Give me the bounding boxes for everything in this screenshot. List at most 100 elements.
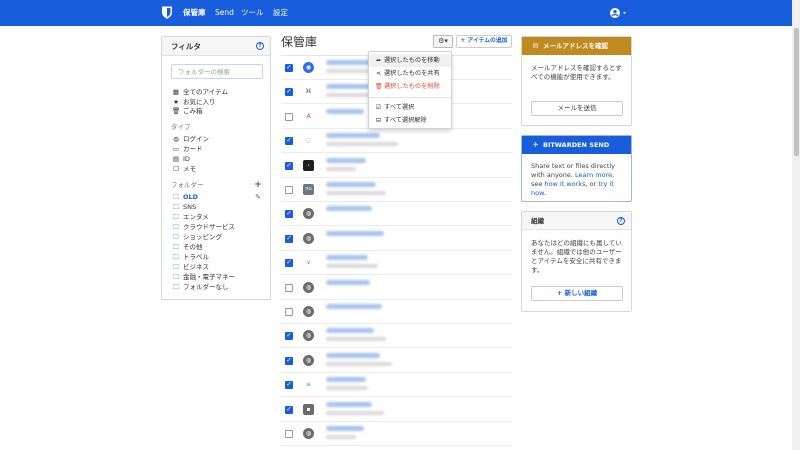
globe-icon: ◍: [303, 428, 314, 439]
table-row[interactable]: ◍: [281, 349, 512, 373]
row-checkbox[interactable]: [285, 258, 293, 268]
table-row[interactable]: nu: [281, 178, 512, 202]
send-card-body: Share text or files directly with anyone…: [531, 162, 627, 198]
item-name-redacted[interactable]: [326, 182, 376, 187]
dropdown-unselect-all[interactable]: ⊟ すべて選択解除: [369, 114, 451, 127]
item-name-redacted[interactable]: [326, 304, 382, 309]
caret-down-icon: ▾: [444, 37, 448, 45]
row-checkbox[interactable]: [285, 186, 293, 194]
folder-item-label: 金融・電子マネー: [183, 273, 235, 281]
row-checkbox[interactable]: [285, 430, 293, 438]
table-row[interactable]: ◍: [281, 422, 512, 446]
send-card-header: ✈ BITWARDEN SEND: [522, 136, 631, 154]
table-row[interactable]: ≡: [281, 373, 512, 398]
bitwarden-send-card: ✈ BITWARDEN SEND Share text or files dir…: [521, 135, 632, 202]
new-organization-label: 新しい組織: [564, 289, 598, 297]
dropdown-delete-selected[interactable]: 🗑 選択したものを削除: [369, 80, 451, 93]
row-checkbox[interactable]: [285, 308, 293, 316]
row-checkbox[interactable]: [285, 136, 293, 146]
folder-item-label: その他: [183, 243, 203, 251]
item-name-redacted[interactable]: [326, 328, 374, 334]
row-checkbox[interactable]: [285, 112, 293, 121]
item-subtitle-redacted: [326, 410, 384, 415]
folder-search-box[interactable]: [171, 64, 263, 79]
learn-more-link[interactable]: Learn more: [575, 171, 612, 179]
item-name-redacted[interactable]: [326, 426, 364, 431]
dropdown-share-selected[interactable]: ⋖ 選択したものを共有: [369, 67, 451, 80]
grid-icon: ▦: [172, 88, 180, 96]
bulk-actions-dropdown: ➦ 選択したものを移動 ⋖ 選択したものを共有 🗑 選択したものを削除 ☑ すべ…: [368, 51, 452, 129]
add-item-button[interactable]: + アイテムの追加: [456, 35, 512, 48]
folder-item-label: トラベル: [183, 253, 209, 261]
item-name-redacted[interactable]: [326, 377, 366, 383]
filters-title: フィルタ: [171, 42, 201, 51]
row-checkbox[interactable]: [285, 356, 293, 365]
globe-icon: ◍: [303, 208, 314, 220]
row-checkbox[interactable]: [285, 209, 293, 219]
types-header: タイプ: [171, 123, 191, 131]
dropdown-move-selected[interactable]: ➦ 選択したものを移動: [369, 54, 451, 67]
table-row[interactable]: ◍: [281, 202, 512, 227]
globe-icon: ◍: [303, 281, 314, 293]
table-row[interactable]: ›: [281, 154, 512, 178]
nav-tools[interactable]: ツール: [241, 8, 264, 18]
globe-icon: ◍: [303, 354, 314, 366]
nav-vault[interactable]: 保管庫: [183, 8, 206, 18]
share-icon: ⋖: [375, 70, 382, 77]
verify-email-header: ✉ メールアドレスを確認: [522, 37, 631, 55]
dropdown-item-label: すべて選択解除: [384, 117, 427, 124]
folder-search-input[interactable]: [172, 65, 262, 78]
id-card-icon: ▤: [172, 155, 180, 163]
table-row[interactable]: ⋎: [281, 251, 512, 276]
item-name-redacted[interactable]: [326, 84, 370, 90]
table-row[interactable]: ◍: [281, 324, 512, 349]
table-row[interactable]: ◍: [281, 276, 512, 300]
page-scrollbar-thumb[interactable]: [794, 28, 799, 156]
dropdown-select-all[interactable]: ☑ すべて選択: [369, 101, 451, 114]
item-name-redacted[interactable]: [326, 401, 372, 407]
how-it-works-link[interactable]: how it works: [544, 180, 585, 188]
item-name-redacted[interactable]: [326, 133, 380, 139]
item-name-redacted[interactable]: [326, 206, 372, 212]
item-name-redacted[interactable]: [326, 255, 368, 261]
item-name-redacted[interactable]: [326, 230, 384, 236]
add-item-label: アイテムの追加: [467, 38, 508, 44]
table-row[interactable]: ◍: [281, 227, 512, 251]
trash-icon: 🗑: [172, 107, 181, 115]
row-checkbox[interactable]: [285, 234, 293, 243]
row-checkbox[interactable]: [285, 283, 293, 292]
table-row[interactable]: ▪: [281, 398, 512, 422]
item-name-redacted[interactable]: [326, 108, 364, 114]
nav-send[interactable]: Send: [215, 8, 234, 18]
bitwarden-logo-icon[interactable]: [161, 6, 173, 19]
row-checkbox[interactable]: [285, 161, 293, 170]
item-name-redacted[interactable]: [326, 157, 366, 163]
edit-folder-pencil-icon[interactable]: ✎: [254, 193, 262, 201]
bulk-actions-button[interactable]: ⚙▾: [433, 35, 453, 48]
item-name-redacted[interactable]: [326, 279, 370, 285]
table-row[interactable]: ◍: [281, 300, 512, 324]
green-sprout-icon: ⋎: [306, 259, 311, 267]
globe-icon: ◍: [303, 306, 314, 317]
send-email-button[interactable]: メールを送信: [531, 101, 623, 116]
add-folder-plus-icon[interactable]: +: [254, 180, 262, 190]
organizations-title: 組織: [531, 217, 544, 225]
globe-icon: ◍: [173, 135, 179, 143]
item-name-redacted[interactable]: [326, 60, 372, 65]
row-checkbox[interactable]: [285, 405, 293, 414]
row-checkbox[interactable]: [285, 380, 293, 390]
folder-icon: 🗀: [172, 253, 180, 261]
verify-email-title: メールアドレスを確認: [543, 42, 608, 50]
folder-item-label: エンタメ: [183, 213, 209, 221]
nav-settings[interactable]: 設定: [273, 8, 288, 18]
new-organization-button[interactable]: + 新しい組織: [531, 286, 623, 301]
row-checkbox[interactable]: [285, 87, 293, 97]
item-subtitle-redacted: [326, 142, 398, 147]
account-menu-icon[interactable]: [609, 7, 628, 19]
row-checkbox[interactable]: [285, 63, 293, 72]
table-row[interactable]: ◌: [281, 129, 512, 154]
help-icon[interactable]: ?: [617, 217, 625, 225]
item-name-redacted[interactable]: [326, 352, 380, 358]
help-icon[interactable]: ?: [256, 42, 264, 50]
row-checkbox[interactable]: [285, 331, 293, 341]
